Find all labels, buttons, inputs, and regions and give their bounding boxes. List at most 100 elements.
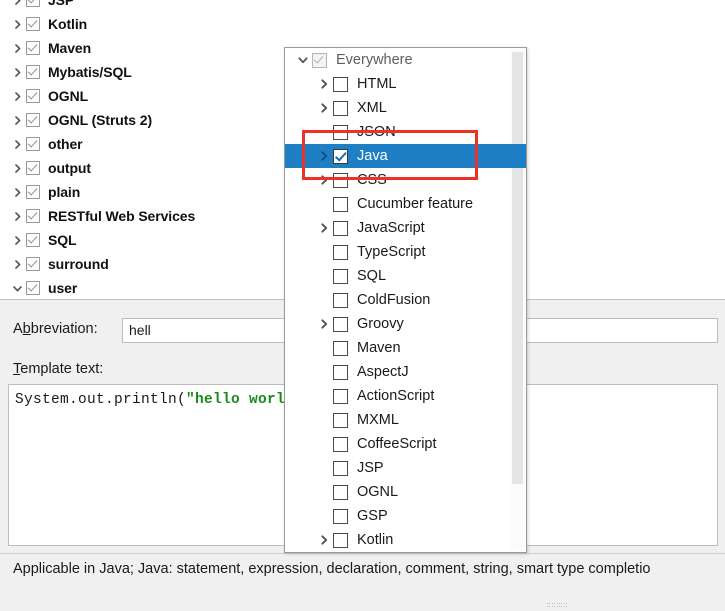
tree-row-checkbox[interactable] <box>26 137 40 151</box>
chevron-right-icon[interactable] <box>314 318 333 330</box>
scope-checkbox[interactable] <box>333 124 348 140</box>
tree-row[interactable]: Kotlin <box>0 12 209 36</box>
tree-row-checkbox[interactable] <box>26 233 40 247</box>
scope-label: ColdFusion <box>357 292 431 308</box>
scope-checkbox[interactable] <box>333 460 348 476</box>
chevron-right-icon[interactable] <box>314 534 333 546</box>
chevron-right-icon[interactable] <box>8 259 26 270</box>
scope-checkbox[interactable] <box>333 508 348 524</box>
popup-row[interactable]: Maven <box>285 336 526 360</box>
tree-row[interactable]: Maven <box>0 36 209 60</box>
panel-splitter[interactable] <box>0 600 725 611</box>
tree-row-checkbox[interactable] <box>26 89 40 103</box>
scope-checkbox[interactable] <box>333 76 348 92</box>
chevron-right-icon[interactable] <box>314 222 333 234</box>
popup-row[interactable]: Cucumber feature <box>285 192 526 216</box>
popup-row[interactable]: Groovy <box>285 312 526 336</box>
tree-row-checkbox[interactable] <box>26 161 40 175</box>
scope-checkbox[interactable] <box>333 220 348 236</box>
scope-label: TypeScript <box>357 244 426 260</box>
scope-checkbox[interactable] <box>333 412 348 428</box>
popup-row[interactable]: SQL <box>285 264 526 288</box>
chevron-right-icon[interactable] <box>8 163 26 174</box>
popup-row[interactable]: JavaScript <box>285 216 526 240</box>
popup-row[interactable]: ColdFusion <box>285 288 526 312</box>
popup-row[interactable]: CoffeeScript <box>285 432 526 456</box>
chevron-right-icon[interactable] <box>8 91 26 102</box>
tree-row-checkbox[interactable] <box>26 17 40 31</box>
chevron-right-icon[interactable] <box>8 235 26 246</box>
scope-checkbox[interactable] <box>333 244 348 260</box>
tree-row-label: plain <box>48 184 81 200</box>
popup-row[interactable]: Kotlin <box>285 528 526 552</box>
tree-row-label: JSP <box>48 0 75 8</box>
tree-row[interactable]: other <box>0 132 209 156</box>
status-bar: Applicable in Java; Java: statement, exp… <box>0 553 725 600</box>
scope-checkbox[interactable] <box>333 100 348 116</box>
popup-row[interactable]: HTML <box>285 72 526 96</box>
tree-row-checkbox[interactable] <box>26 41 40 55</box>
scope-checkbox[interactable] <box>333 532 348 548</box>
tree-row[interactable]: surround <box>0 252 209 276</box>
chevron-down-icon[interactable] <box>293 54 312 66</box>
chevron-right-icon[interactable] <box>8 187 26 198</box>
chevron-right-icon[interactable] <box>314 150 333 162</box>
scope-checkbox[interactable] <box>333 196 348 212</box>
chevron-right-icon[interactable] <box>8 211 26 222</box>
popup-row-selected[interactable]: Java <box>285 144 526 168</box>
scope-checkbox[interactable] <box>333 364 348 380</box>
chevron-right-icon[interactable] <box>8 19 26 30</box>
tree-row[interactable]: Mybatis/SQL <box>0 60 209 84</box>
scope-checkbox[interactable] <box>333 316 348 332</box>
chevron-right-icon[interactable] <box>314 174 333 186</box>
chevron-right-icon[interactable] <box>314 102 333 114</box>
scope-checkbox[interactable] <box>333 484 348 500</box>
tree-row[interactable]: OGNL <box>0 84 209 108</box>
chevron-right-icon[interactable] <box>8 115 26 126</box>
tree-row-checkbox[interactable] <box>26 209 40 223</box>
chevron-right-icon[interactable] <box>314 78 333 90</box>
popup-row[interactable]: OGNL <box>285 480 526 504</box>
context-scope-popup[interactable]: Everywhere HTML XML JSON Java CSS Cucumber fea… <box>284 47 527 553</box>
popup-row[interactable]: AspectJ <box>285 360 526 384</box>
popup-row[interactable]: Everywhere <box>285 48 526 72</box>
popup-row[interactable]: GSP <box>285 504 526 528</box>
template-group-tree[interactable]: JSP Kotlin Maven Mybatis/SQL OGNL OGNL (Strut… <box>0 0 210 300</box>
tree-row-label: surround <box>48 256 109 272</box>
chevron-right-icon[interactable] <box>8 139 26 150</box>
chevron-right-icon[interactable] <box>8 43 26 54</box>
scope-label: HTML <box>357 76 397 92</box>
popup-row[interactable]: JSON <box>285 120 526 144</box>
chevron-right-icon[interactable] <box>8 67 26 78</box>
tree-row[interactable]: OGNL (Struts 2) <box>0 108 209 132</box>
scope-checkbox[interactable] <box>333 148 348 164</box>
tree-row[interactable]: output <box>0 156 209 180</box>
tree-row[interactable]: user <box>0 276 209 299</box>
tree-row-checkbox[interactable] <box>26 281 40 295</box>
popup-row[interactable]: TypeScript <box>285 240 526 264</box>
scope-checkbox[interactable] <box>333 340 348 356</box>
scope-checkbox[interactable] <box>312 52 327 68</box>
popup-row[interactable]: CSS <box>285 168 526 192</box>
scope-checkbox[interactable] <box>333 268 348 284</box>
scope-checkbox[interactable] <box>333 172 348 188</box>
popup-row[interactable]: MXML <box>285 408 526 432</box>
tree-row-checkbox[interactable] <box>26 65 40 79</box>
tree-row[interactable]: SQL <box>0 228 209 252</box>
tree-row[interactable]: plain <box>0 180 209 204</box>
popup-row[interactable]: XML <box>285 96 526 120</box>
scope-checkbox[interactable] <box>333 292 348 308</box>
chevron-right-icon[interactable] <box>8 0 26 6</box>
tree-row[interactable]: JSP <box>0 0 209 12</box>
tree-row-checkbox[interactable] <box>26 0 40 7</box>
applicable-context-text: Applicable in Java; Java: statement, exp… <box>13 561 651 577</box>
scope-checkbox[interactable] <box>333 436 348 452</box>
tree-row-checkbox[interactable] <box>26 257 40 271</box>
chevron-down-icon[interactable] <box>8 283 26 294</box>
tree-row-checkbox[interactable] <box>26 113 40 127</box>
popup-row[interactable]: JSP <box>285 456 526 480</box>
tree-row[interactable]: RESTful Web Services <box>0 204 209 228</box>
scope-checkbox[interactable] <box>333 388 348 404</box>
tree-row-checkbox[interactable] <box>26 185 40 199</box>
popup-row[interactable]: ActionScript <box>285 384 526 408</box>
